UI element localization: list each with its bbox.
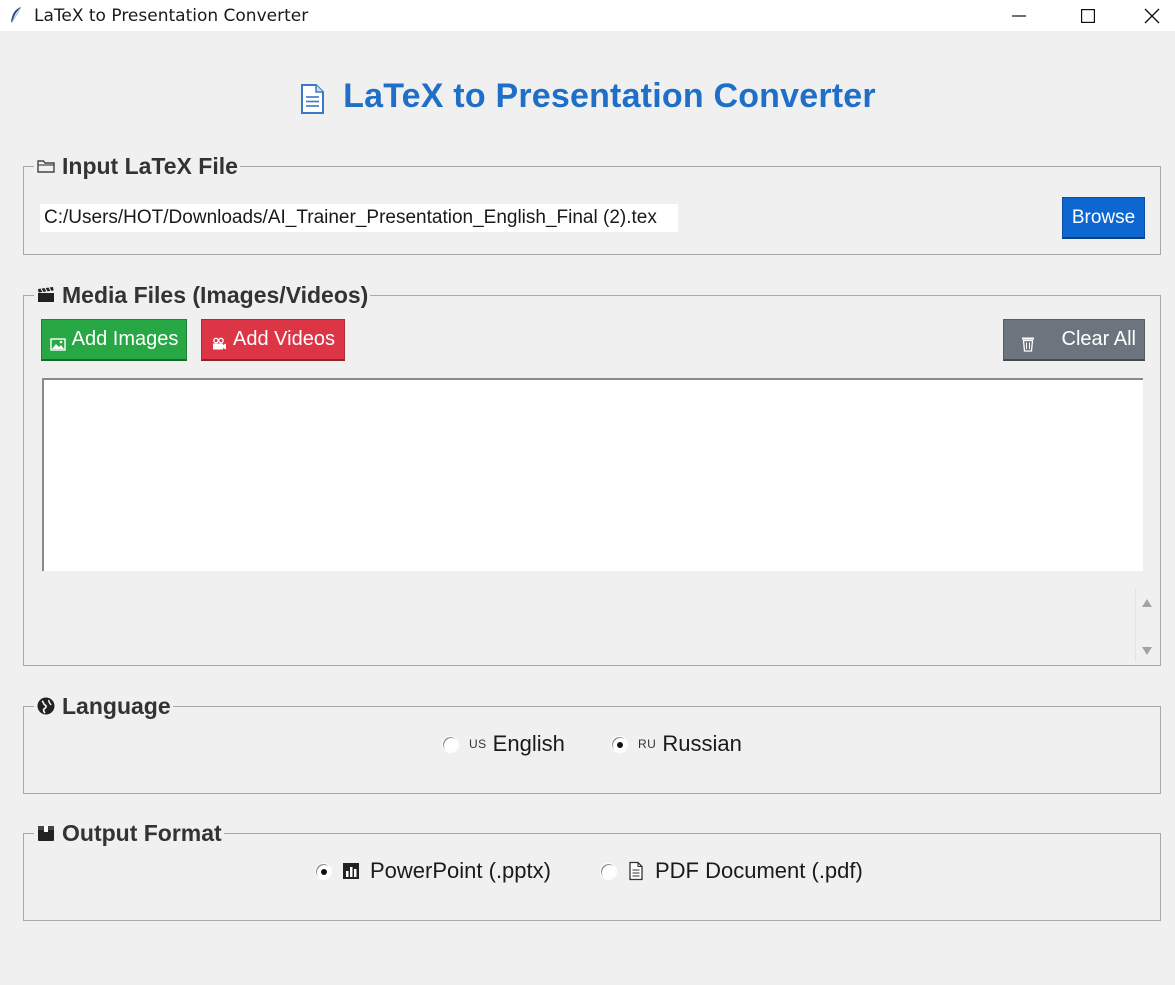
radio-english[interactable] <box>442 735 459 753</box>
scroll-up-arrow-icon[interactable] <box>1141 598 1153 608</box>
media-file-list[interactable] <box>42 378 1143 571</box>
add-images-button[interactable]: Add Images <box>41 319 187 361</box>
radio-pptx[interactable] <box>315 862 332 880</box>
format-option-pptx[interactable]: PowerPoint (.pptx) <box>315 858 551 884</box>
app-header: LaTeX to Presentation Converter <box>0 74 1175 118</box>
flag-us: US <box>469 737 487 751</box>
browse-button[interactable]: Browse <box>1062 197 1145 239</box>
media-files-title: Media Files (Images/Videos) <box>62 281 369 308</box>
format-option-pdf[interactable]: PDF Document (.pdf) <box>600 858 863 884</box>
page-title: LaTeX to Presentation Converter <box>343 76 876 115</box>
minimize-icon <box>1012 14 1026 17</box>
language-english-label: English <box>492 731 565 756</box>
image-icon <box>49 337 66 351</box>
add-videos-button[interactable]: Add Videos <box>201 319 345 361</box>
folder-icon <box>36 156 56 176</box>
feather-icon <box>11 6 22 23</box>
window-title: LaTeX to Presentation Converter <box>34 6 309 26</box>
close-icon <box>1144 8 1160 23</box>
radio-pdf[interactable] <box>600 862 617 880</box>
language-legend: Language <box>34 691 173 721</box>
clear-all-label: Clear All <box>1061 328 1136 350</box>
clear-all-button[interactable]: Clear All <box>1003 319 1145 361</box>
media-files-legend: Media Files (Images/Videos) <box>34 280 371 310</box>
add-images-label: Add Images <box>71 328 179 350</box>
language-option-english[interactable]: US English <box>442 731 565 757</box>
format-pptx-label: PowerPoint (.pptx) <box>370 858 551 883</box>
flag-ru: RU <box>638 737 657 751</box>
window-titlebar: LaTeX to Presentation Converter <box>0 0 1175 31</box>
input-file-legend: Input LaTeX File <box>34 151 240 181</box>
output-format-legend: Output Format <box>34 818 224 848</box>
input-file-group: Input LaTeX File Browse <box>23 151 1161 255</box>
add-videos-label: Add Videos <box>233 328 335 350</box>
globe-icon <box>36 696 56 716</box>
maximize-button[interactable] <box>1065 0 1111 31</box>
input-file-title: Input LaTeX File <box>62 152 238 179</box>
language-russian-label: Russian <box>662 731 742 756</box>
media-list-scrollbar[interactable] <box>1135 588 1157 662</box>
document-icon <box>301 84 325 114</box>
language-title: Language <box>62 692 171 719</box>
format-pdf-label: PDF Document (.pdf) <box>655 858 863 883</box>
close-button[interactable] <box>1129 0 1175 31</box>
minimize-button[interactable] <box>996 0 1042 31</box>
package-icon <box>36 823 56 843</box>
trash-icon <box>1022 337 1034 352</box>
bar-chart-icon <box>342 861 360 881</box>
language-group: Language US English RU Russian <box>23 691 1161 794</box>
radio-russian[interactable] <box>611 735 628 753</box>
video-camera-icon <box>213 337 227 349</box>
output-format-group: Output Format PowerPoint (.pptx) PDF Doc… <box>23 818 1161 921</box>
output-format-title: Output Format <box>62 819 222 846</box>
language-option-russian[interactable]: RU Russian <box>611 731 742 757</box>
clapperboard-icon <box>36 285 56 305</box>
media-files-group: Media Files (Images/Videos) Add Images A… <box>23 280 1161 666</box>
maximize-icon <box>1081 8 1095 23</box>
page-icon <box>627 861 645 881</box>
file-path-input[interactable] <box>40 204 678 232</box>
scroll-down-arrow-icon[interactable] <box>1141 646 1153 656</box>
